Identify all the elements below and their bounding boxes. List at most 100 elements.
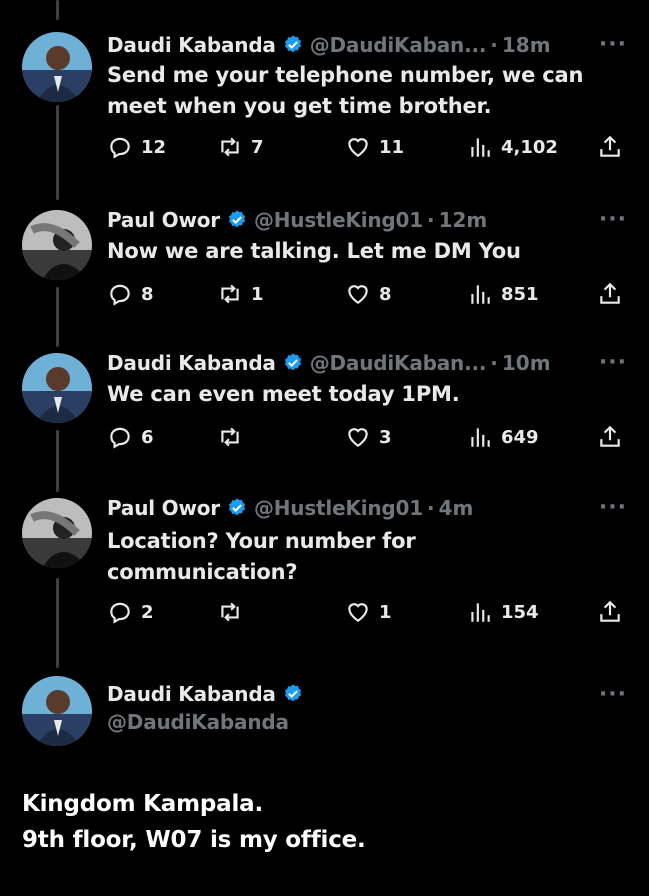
views-button[interactable]: 851 — [467, 281, 539, 307]
views-icon — [471, 428, 490, 447]
verified-badge-icon — [228, 498, 246, 516]
share-icon — [600, 600, 620, 622]
tweet-header: Daudi Kabanda @DaudiKaban... · 18m — [107, 30, 649, 60]
share-icon — [600, 282, 620, 304]
separator: · — [490, 33, 498, 57]
avatar[interactable] — [22, 210, 92, 280]
reply-icon — [110, 602, 130, 624]
timestamp[interactable]: 18m — [502, 33, 551, 57]
repost-icon — [221, 284, 239, 304]
action-bar: 6 3 649 — [107, 424, 627, 454]
tweet[interactable]: Paul Owor @HustleKing01 · 12m ··· Now we… — [0, 205, 649, 315]
like-count: 8 — [379, 283, 392, 305]
tweet-text: Now we are talking. Let me DM You — [107, 239, 521, 263]
handle[interactable]: @DaudiKaban... — [310, 33, 487, 57]
verified-badge-icon — [284, 353, 301, 371]
share-button[interactable] — [597, 281, 631, 307]
views-button[interactable]: 4,102 — [467, 134, 558, 160]
repost-button[interactable]: 7 — [217, 134, 264, 160]
tweet-text: We can even meet today 1PM. — [107, 382, 460, 406]
avatar[interactable] — [22, 32, 92, 102]
like-button[interactable]: 8 — [345, 281, 392, 307]
repost-button[interactable] — [217, 424, 251, 450]
views-count: 4,102 — [501, 136, 558, 158]
tweet-text: Location? Your number for communication? — [107, 529, 416, 584]
heart-icon — [348, 603, 368, 622]
views-button[interactable]: 154 — [467, 599, 539, 625]
action-bar: 2 1 154 — [107, 599, 627, 629]
views-icon — [471, 603, 490, 622]
views-button[interactable]: 649 — [467, 424, 539, 450]
main-tweet[interactable]: Daudi Kabanda @DaudiKabanda ··· — [0, 676, 649, 766]
avatar[interactable] — [22, 676, 92, 746]
main-tweet-text: Kingdom Kampala. 9th floor, W07 is my of… — [22, 786, 366, 858]
main-tweet-line: Kingdom Kampala. — [22, 791, 264, 817]
display-name[interactable]: Paul Owor — [107, 496, 220, 520]
tweet[interactable]: Daudi Kabanda @DaudiKaban... · 10m ··· W… — [0, 348, 649, 458]
handle[interactable]: @DaudiKaban... — [310, 351, 487, 375]
repost-count: 7 — [251, 136, 264, 158]
repost-icon — [221, 602, 239, 622]
like-count: 3 — [379, 426, 392, 448]
separator: · — [426, 496, 435, 520]
avatar[interactable] — [22, 498, 92, 568]
views-count: 649 — [501, 426, 539, 448]
reply-count: 2 — [141, 601, 154, 623]
tweet-header: Daudi Kabanda @DaudiKaban... · 10m — [107, 348, 649, 378]
more-icon[interactable]: ··· — [599, 207, 627, 232]
more-icon[interactable]: ··· — [599, 350, 627, 375]
more-icon[interactable]: ··· — [599, 495, 627, 520]
reply-button[interactable]: 8 — [107, 281, 154, 307]
like-button[interactable]: 1 — [345, 599, 392, 625]
share-icon — [600, 425, 620, 447]
separator: · — [490, 351, 498, 375]
repost-button[interactable]: 1 — [217, 281, 264, 307]
reply-icon — [110, 284, 130, 306]
views-icon — [471, 285, 490, 304]
display-name[interactable]: Daudi Kabanda — [107, 351, 276, 375]
thread-line — [56, 0, 59, 20]
reply-icon — [110, 427, 130, 449]
timestamp[interactable]: 12m — [439, 208, 488, 232]
avatar[interactable] — [22, 353, 92, 423]
timestamp[interactable]: 4m — [439, 496, 474, 520]
timestamp[interactable]: 10m — [502, 351, 551, 375]
like-button[interactable]: 11 — [345, 134, 404, 160]
more-icon[interactable]: ··· — [599, 32, 627, 57]
main-tweet-line: 9th floor, W07 is my office. — [22, 827, 366, 853]
reply-button[interactable]: 6 — [107, 424, 154, 450]
verified-badge-icon — [284, 684, 301, 702]
tweet-header: Paul Owor @HustleKing01 · 4m — [107, 493, 649, 523]
separator: · — [426, 208, 435, 232]
repost-button[interactable] — [217, 599, 251, 625]
like-count: 1 — [379, 601, 392, 623]
tweet[interactable]: Paul Owor @HustleKing01 · 4m ··· Locatio… — [0, 493, 649, 633]
heart-icon — [348, 428, 368, 447]
handle[interactable]: @HustleKing01 — [254, 208, 423, 232]
views-count: 851 — [501, 283, 539, 305]
repost-icon — [221, 427, 239, 447]
handle[interactable]: @DaudiKabanda — [107, 710, 289, 734]
display-name[interactable]: Paul Owor — [107, 208, 220, 232]
action-bar: 8 1 8 851 — [107, 281, 627, 311]
verified-badge-icon — [228, 210, 246, 228]
display-name[interactable]: Daudi Kabanda — [107, 33, 276, 57]
reply-button[interactable]: 12 — [107, 134, 166, 160]
tweet-text: Send me your telephone number, we can me… — [107, 63, 584, 118]
share-button[interactable] — [597, 134, 631, 160]
share-button[interactable] — [597, 599, 631, 625]
more-icon[interactable]: ··· — [599, 682, 627, 707]
like-button[interactable]: 3 — [345, 424, 392, 450]
repost-count: 1 — [251, 283, 264, 305]
repost-icon — [221, 137, 239, 157]
reply-count: 6 — [141, 426, 154, 448]
display-name[interactable]: Daudi Kabanda — [107, 682, 276, 706]
views-count: 154 — [501, 601, 539, 623]
reply-button[interactable]: 2 — [107, 599, 154, 625]
share-icon — [600, 135, 620, 157]
handle[interactable]: @HustleKing01 — [254, 496, 423, 520]
views-icon — [471, 138, 490, 157]
tweet[interactable]: Daudi Kabanda @DaudiKaban... · 18m ··· S… — [0, 30, 649, 170]
share-button[interactable] — [597, 424, 631, 450]
like-count: 11 — [379, 136, 405, 158]
